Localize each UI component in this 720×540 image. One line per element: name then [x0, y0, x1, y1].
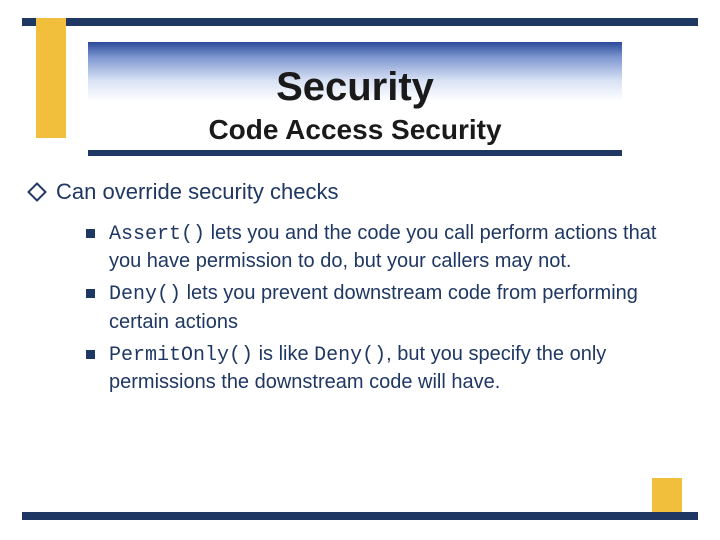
- list-item: PermitOnly() is like Deny(), but you spe…: [86, 341, 680, 396]
- list-item: Assert() lets you and the code you call …: [86, 220, 680, 275]
- content-area: Can override security checks Assert() le…: [30, 178, 680, 402]
- list-item: Deny() lets you prevent downstream code …: [86, 280, 680, 335]
- text-span: lets you prevent downstream code from pe…: [109, 282, 638, 332]
- bullet-text: Can override security checks: [56, 178, 338, 206]
- title-underline: [88, 150, 622, 156]
- sub-item-text: Assert() lets you and the code you call …: [109, 220, 680, 275]
- square-bullet-icon: [86, 289, 95, 298]
- code-span: Deny(): [314, 344, 386, 367]
- square-bullet-icon: [86, 350, 95, 359]
- code-span: Assert(): [109, 223, 205, 246]
- text-span: is like: [253, 343, 314, 365]
- title-block: Security Code Access Security: [88, 42, 622, 146]
- top-rule: [22, 18, 698, 26]
- slide-title: Security: [276, 65, 434, 110]
- bullet-item: Can override security checks: [30, 178, 680, 206]
- square-bullet-icon: [86, 229, 95, 238]
- diamond-bullet-icon: [27, 182, 47, 202]
- code-span: Deny(): [109, 283, 181, 306]
- title-gradient: Security: [88, 42, 622, 112]
- sub-bullet-list: Assert() lets you and the code you call …: [86, 220, 680, 396]
- slide-subtitle: Code Access Security: [88, 114, 622, 146]
- sub-item-text: PermitOnly() is like Deny(), but you spe…: [109, 341, 680, 396]
- accent-bar-top: [36, 18, 66, 138]
- sub-item-text: Deny() lets you prevent downstream code …: [109, 280, 680, 335]
- bottom-rule: [22, 512, 698, 520]
- code-span: PermitOnly(): [109, 344, 253, 367]
